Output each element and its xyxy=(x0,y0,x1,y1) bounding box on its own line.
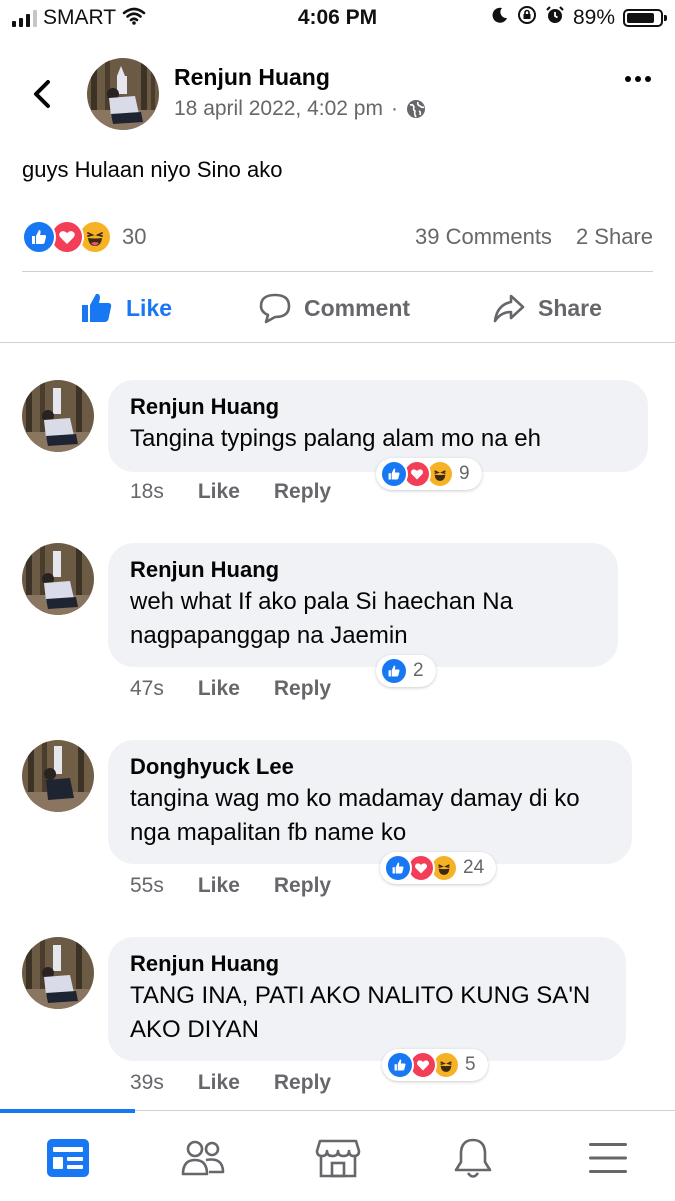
comment-time[interactable]: 39s xyxy=(130,1071,164,1095)
comment-reaction-count: 2 xyxy=(413,660,424,681)
post-timestamp[interactable]: 18 april 2022, 4:02 pm xyxy=(174,97,383,121)
comment-time[interactable]: 18s xyxy=(130,480,164,504)
comment-reactions[interactable]: 24 xyxy=(380,852,497,884)
comment-meta: 55s Like Reply xyxy=(130,874,331,898)
comment-reply-button[interactable]: Reply xyxy=(274,1071,331,1095)
post-meta: 18 april 2022, 4:02 pm · xyxy=(174,97,426,121)
menu-icon[interactable] xyxy=(583,1133,633,1183)
comment-button[interactable]: Comment xyxy=(258,291,675,325)
share-button[interactable]: Share xyxy=(492,291,602,325)
commenter-avatar[interactable] xyxy=(22,380,94,452)
comment-bubble[interactable]: Donghyuck Lee tangina wag mo ko madamay … xyxy=(108,740,632,864)
commenter-avatar[interactable] xyxy=(22,937,94,1009)
alarm-icon xyxy=(545,5,565,30)
marketplace-icon[interactable] xyxy=(313,1133,363,1183)
bottom-tab-bar xyxy=(0,1109,675,1201)
comment-text: tangina wag mo ko madamay damay di ko ng… xyxy=(130,785,580,846)
comment-like-button[interactable]: Like xyxy=(198,1071,240,1095)
comment-reaction-count: 24 xyxy=(463,857,485,878)
like-reaction-icon xyxy=(380,460,408,488)
comment-text: Tangina typings palang alam mo na eh xyxy=(130,425,541,452)
comment-reactions[interactable]: 5 xyxy=(382,1049,488,1081)
rotation-lock-icon xyxy=(517,5,537,30)
comment-bubble[interactable]: Renjun Huang Tangina typings palang alam… xyxy=(108,380,648,472)
post-text: guys Hulaan niyo Sino ako xyxy=(22,157,283,182)
commenter-name[interactable]: Renjun Huang xyxy=(130,555,596,585)
comment-text: TANG INA, PATI AKO NALITO KUNG SA'N AKO … xyxy=(130,982,591,1043)
notifications-icon[interactable] xyxy=(448,1133,498,1183)
status-right: 89% xyxy=(491,5,667,30)
status-bar: SMART 4:06 PM 89% xyxy=(0,0,675,38)
reaction-summary[interactable]: 30 xyxy=(22,220,146,254)
comment-reply-button[interactable]: Reply xyxy=(274,874,331,898)
active-tab-indicator xyxy=(0,1109,135,1113)
like-reaction-icon xyxy=(380,657,408,685)
share-icon xyxy=(493,294,525,323)
comment-like-button[interactable]: Like xyxy=(198,874,240,898)
thumbs-up-icon xyxy=(82,293,112,322)
divider xyxy=(0,342,675,343)
commenter-name[interactable]: Donghyuck Lee xyxy=(130,752,610,782)
divider xyxy=(22,271,653,272)
commenter-name[interactable]: Renjun Huang xyxy=(130,392,626,422)
more-dot-icon xyxy=(625,76,631,82)
globe-icon xyxy=(406,100,425,118)
comments-count-link[interactable]: 39 Comments xyxy=(415,224,552,250)
more-dot-icon xyxy=(635,76,641,82)
post-author-name[interactable]: Renjun Huang xyxy=(174,64,330,91)
commenter-avatar[interactable] xyxy=(22,543,94,615)
comment-reactions[interactable]: 9 xyxy=(376,458,482,490)
comment-reaction-count: 5 xyxy=(465,1054,476,1075)
like-label: Like xyxy=(126,294,173,321)
shares-count-link[interactable]: 2 Share xyxy=(576,224,653,250)
commenter-avatar[interactable] xyxy=(22,740,94,812)
comment-text: weh what If ako pala Si haechan Na nagpa… xyxy=(130,588,513,649)
news-feed-icon[interactable] xyxy=(43,1133,93,1183)
battery-percent: 89% xyxy=(572,5,615,29)
chevron-left-icon xyxy=(34,80,50,108)
comment-meta: 39s Like Reply xyxy=(130,1071,331,1095)
like-reaction-icon xyxy=(386,1051,414,1079)
moon-icon xyxy=(491,6,509,29)
like-reaction-icon xyxy=(384,854,412,882)
comment-meta: 18s Like Reply xyxy=(130,480,331,504)
comment-meta: 47s Like Reply xyxy=(130,677,331,701)
comment-label: Comment xyxy=(304,294,411,321)
more-options-button[interactable] xyxy=(618,72,658,86)
back-button[interactable] xyxy=(22,72,62,116)
friends-icon[interactable] xyxy=(178,1133,228,1183)
comment-bubble[interactable]: Renjun Huang weh what If ako pala Si hae… xyxy=(108,543,618,667)
comment-reply-button[interactable]: Reply xyxy=(274,480,331,504)
commenter-name[interactable]: Renjun Huang xyxy=(130,949,604,979)
more-dot-icon xyxy=(645,76,651,82)
comment-time[interactable]: 55s xyxy=(130,874,164,898)
like-reaction-icon xyxy=(22,220,56,254)
comment-like-button[interactable]: Like xyxy=(198,480,240,504)
comment-reply-button[interactable]: Reply xyxy=(274,677,331,701)
comment-time[interactable]: 47s xyxy=(130,677,164,701)
author-avatar[interactable] xyxy=(87,58,159,130)
share-label: Share xyxy=(538,294,602,321)
comment-like-button[interactable]: Like xyxy=(198,677,240,701)
post-action-bar: Like Comment Share xyxy=(0,288,675,332)
comment-reaction-count: 9 xyxy=(459,463,470,484)
reaction-count: 30 xyxy=(122,224,147,249)
battery-icon xyxy=(623,8,667,27)
comment-reactions[interactable]: 2 xyxy=(376,655,436,687)
post-counts: 39 Comments 2 Share xyxy=(415,224,653,250)
like-button[interactable]: Like xyxy=(80,291,172,325)
meta-separator: · xyxy=(390,97,398,120)
comment-icon xyxy=(259,293,291,324)
comment-bubble[interactable]: Renjun Huang TANG INA, PATI AKO NALITO K… xyxy=(108,937,626,1061)
